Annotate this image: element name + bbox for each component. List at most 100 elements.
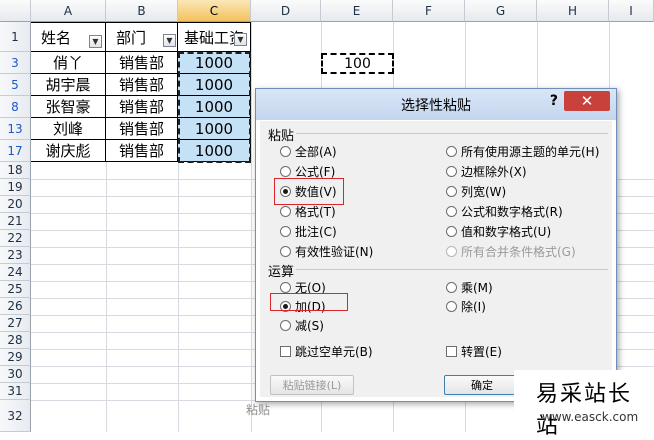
- column-header-d[interactable]: D: [251, 0, 321, 22]
- cell-name[interactable]: 谢庆彪: [31, 140, 106, 162]
- column-header-b[interactable]: B: [106, 0, 178, 22]
- cell-salary[interactable]: 1000: [178, 52, 251, 74]
- row-header[interactable]: 18: [0, 162, 31, 179]
- radio-icon: [446, 301, 457, 312]
- filter-active-icon[interactable]: ▼: [163, 34, 176, 47]
- help-icon[interactable]: ?: [550, 93, 558, 109]
- column-header-e[interactable]: E: [321, 0, 393, 22]
- radio-paste-column-widths[interactable]: 列宽(W): [446, 183, 506, 200]
- cell-dept[interactable]: 销售部: [106, 140, 178, 162]
- dialog-body: 粘贴 全部(A) 公式(F) 数值(V) 格式(T) 批注(C) 有效性验证(N…: [260, 121, 612, 397]
- radio-icon: [446, 282, 457, 293]
- row-header[interactable]: 19: [0, 179, 31, 196]
- row-header[interactable]: 21: [0, 213, 31, 230]
- radio-icon: [280, 206, 291, 217]
- row-header[interactable]: 29: [0, 349, 31, 366]
- row-header[interactable]: 22: [0, 230, 31, 247]
- checkbox-icon: [280, 346, 291, 357]
- radio-icon: [446, 206, 457, 217]
- radio-paste-source-theme[interactable]: 所有使用源主题的单元(H): [446, 143, 599, 160]
- column-header-c[interactable]: C: [178, 0, 251, 22]
- row-header[interactable]: 20: [0, 196, 31, 213]
- radio-paste-comments[interactable]: 批注(C): [280, 223, 337, 240]
- option-label: 除(I): [461, 300, 486, 314]
- radio-icon: [446, 226, 457, 237]
- paste-link-button[interactable]: 粘贴链接(L): [270, 375, 354, 395]
- cell-name[interactable]: 俏丫: [31, 52, 106, 74]
- cell-dept[interactable]: 销售部: [106, 118, 178, 140]
- filter-dropdown-icon[interactable]: ▼: [89, 35, 102, 48]
- radio-paste-formulas-numbers[interactable]: 公式和数字格式(R): [446, 203, 563, 220]
- radio-icon: [280, 166, 291, 177]
- radio-paste-merge-conditional: 所有合并条件格式(G): [446, 243, 576, 260]
- option-label: 乘(M): [461, 281, 493, 295]
- radio-op-divide[interactable]: 除(I): [446, 298, 486, 315]
- select-all-corner[interactable]: [0, 0, 31, 22]
- option-label: 列宽(W): [461, 185, 507, 199]
- row-header[interactable]: 26: [0, 298, 31, 315]
- gridline: [178, 162, 179, 432]
- option-label: 公式和数字格式(R): [461, 205, 563, 219]
- cell-name[interactable]: 刘峰: [31, 118, 106, 140]
- row-header[interactable]: 30: [0, 366, 31, 383]
- option-label: 边框除外(X): [461, 165, 527, 179]
- copied-cell-e3[interactable]: 100: [321, 53, 394, 74]
- option-label: 值和数字格式(U): [461, 225, 552, 239]
- radio-paste-values-numbers[interactable]: 值和数字格式(U): [446, 223, 551, 240]
- close-icon[interactable]: ✕: [564, 91, 610, 111]
- column-header-f[interactable]: F: [393, 0, 465, 22]
- column-header-g[interactable]: G: [465, 0, 537, 22]
- ok-button[interactable]: 确定: [444, 375, 520, 395]
- row-header[interactable]: 25: [0, 281, 31, 298]
- row-header[interactable]: 3: [0, 52, 31, 74]
- cell-salary[interactable]: 1000: [178, 140, 251, 162]
- dialog-titlebar[interactable]: 选择性粘贴: [256, 89, 616, 120]
- row-header[interactable]: 1: [0, 22, 31, 52]
- paste-special-dialog: 选择性粘贴 ? ✕ 粘贴 全部(A) 公式(F) 数值(V) 格式(T) 批注(…: [255, 88, 617, 402]
- highlight-box-values: [274, 178, 344, 205]
- radio-icon: [446, 166, 457, 177]
- radio-icon: [446, 246, 457, 257]
- watermark: 易采站长站 www.easck.com: [514, 370, 654, 439]
- operation-section-label: 运算: [268, 265, 295, 280]
- row-header[interactable]: 32: [0, 400, 31, 432]
- cell-salary[interactable]: 1000: [178, 118, 251, 140]
- watermark-title: 易采站长站: [536, 382, 633, 439]
- cell-salary[interactable]: 1000: [178, 96, 251, 118]
- checkbox-skip-blanks[interactable]: 跳过空单元(B): [280, 343, 373, 360]
- filter-dropdown-icon[interactable]: ▼: [234, 33, 247, 46]
- column-header-a[interactable]: A: [31, 0, 106, 22]
- watermark-url: www.easck.com: [542, 410, 639, 424]
- column-header-h[interactable]: H: [537, 0, 609, 22]
- radio-paste-formats[interactable]: 格式(T): [280, 203, 336, 220]
- header-dept-label: 部门: [116, 28, 147, 47]
- cell-dept[interactable]: 销售部: [106, 74, 178, 96]
- radio-paste-all[interactable]: 全部(A): [280, 143, 337, 160]
- row-header[interactable]: 5: [0, 74, 31, 96]
- checkbox-transpose[interactable]: 转置(E): [446, 343, 502, 360]
- radio-icon: [446, 146, 457, 157]
- radio-paste-validation[interactable]: 有效性验证(N): [280, 243, 373, 260]
- row-header[interactable]: 17: [0, 140, 31, 162]
- cell-dept[interactable]: 销售部: [106, 52, 178, 74]
- cell-salary[interactable]: 1000: [178, 74, 251, 96]
- radio-op-multiply[interactable]: 乘(M): [446, 279, 493, 296]
- radio-paste-no-borders[interactable]: 边框除外(X): [446, 163, 527, 180]
- column-header-i[interactable]: I: [609, 0, 654, 22]
- gridline: [251, 22, 252, 432]
- row-header[interactable]: 8: [0, 96, 31, 118]
- row-header[interactable]: 27: [0, 315, 31, 332]
- paste-group-line: [296, 133, 608, 134]
- radio-icon: [280, 226, 291, 237]
- cell-dept[interactable]: 销售部: [106, 96, 178, 118]
- row-header[interactable]: 23: [0, 247, 31, 264]
- cell-name[interactable]: 张智豪: [31, 96, 106, 118]
- operation-group-line: [296, 269, 608, 270]
- option-label: 批注(C): [295, 225, 337, 239]
- radio-op-subtract[interactable]: 减(S): [280, 317, 324, 334]
- row-header[interactable]: 24: [0, 264, 31, 281]
- row-header[interactable]: 28: [0, 332, 31, 349]
- cell-name[interactable]: 胡宇晨: [31, 74, 106, 96]
- row-header[interactable]: 13: [0, 118, 31, 140]
- row-header[interactable]: 31: [0, 383, 31, 400]
